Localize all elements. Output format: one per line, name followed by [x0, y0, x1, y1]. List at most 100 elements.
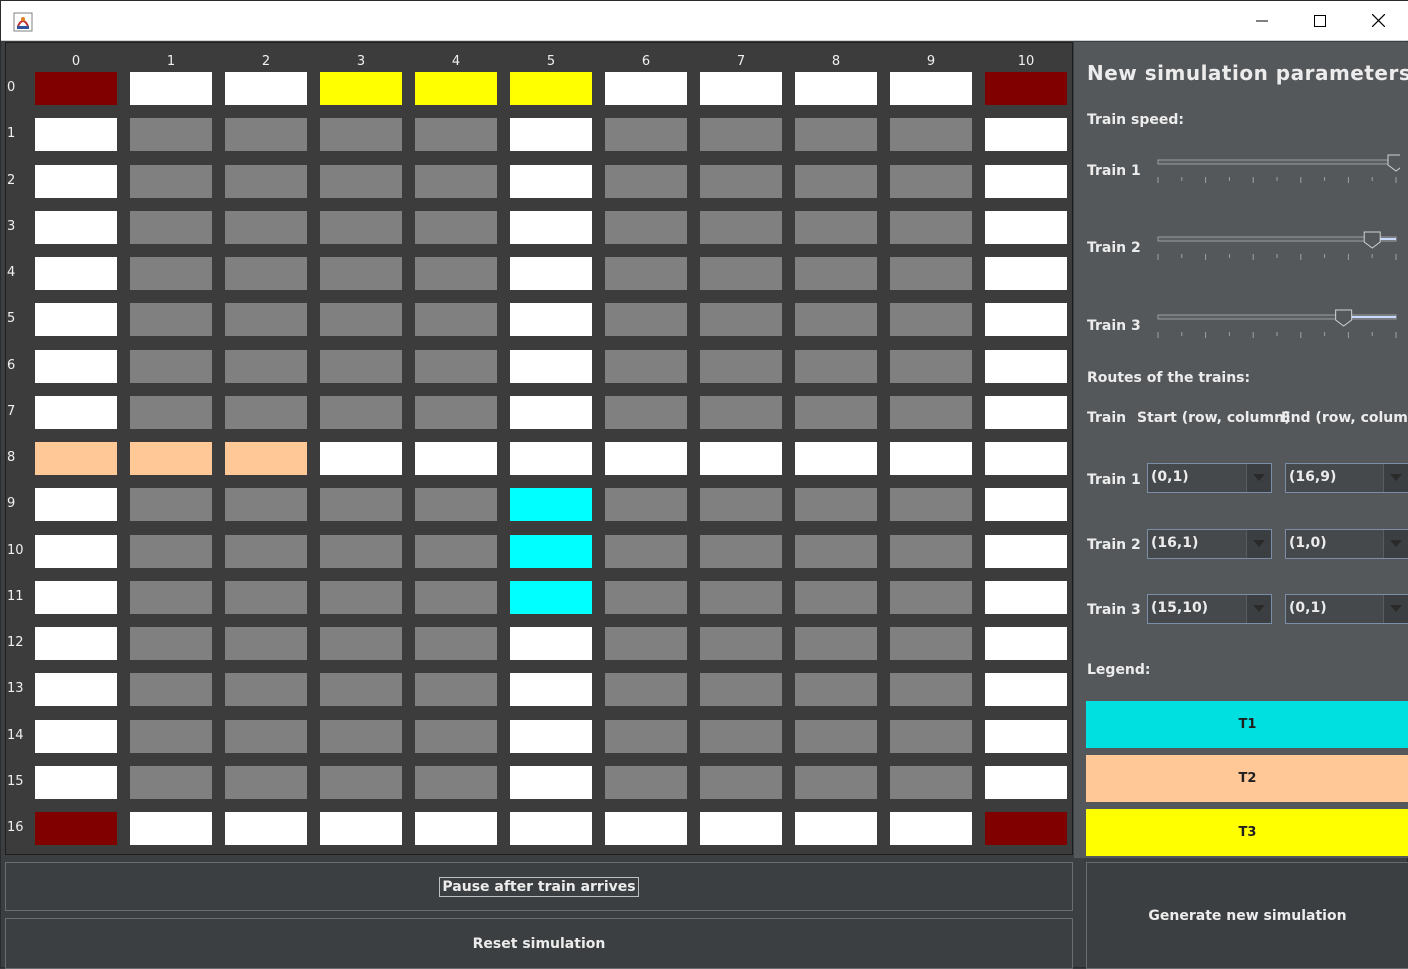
grid-cell-track — [35, 165, 117, 198]
chevron-down-icon[interactable] — [1246, 595, 1271, 623]
grid-cell-empty — [415, 211, 497, 244]
grid-cell-track — [985, 350, 1067, 383]
grid-cell-track — [35, 581, 117, 614]
grid-cell-empty — [415, 581, 497, 614]
slider-graphic — [1157, 309, 1397, 338]
grid-cell-empty — [605, 766, 687, 799]
combo-value: (0,1) — [1289, 600, 1327, 616]
close-icon — [1371, 12, 1385, 31]
grid-cell-empty — [700, 396, 782, 429]
grid-cell-empty — [700, 535, 782, 568]
chevron-down-icon[interactable] — [1246, 530, 1271, 558]
maximize-button[interactable] — [1291, 1, 1349, 41]
grid-cell-train-1 — [510, 581, 592, 614]
route-start-combo-train-2[interactable]: (16,1) — [1147, 529, 1272, 559]
grid-cell-empty — [605, 535, 687, 568]
grid-cell-empty — [605, 257, 687, 290]
grid-cell-empty — [225, 673, 307, 706]
generate-button-label: Generate new simulation — [1148, 907, 1347, 924]
row-label: 8 — [7, 450, 16, 465]
close-button[interactable] — [1349, 1, 1407, 41]
grid-cell-empty — [795, 165, 877, 198]
chevron-down-icon[interactable] — [1383, 595, 1408, 623]
route-end-combo-train-1[interactable]: (16,9) — [1285, 463, 1408, 493]
grid-cell-train-3 — [415, 72, 497, 105]
grid-cell-empty — [605, 627, 687, 660]
reset-simulation-button[interactable]: Reset simulation — [5, 918, 1073, 969]
reset-button-label: Reset simulation — [472, 935, 606, 952]
grid-cell-empty — [130, 165, 212, 198]
grid-cell-track — [35, 211, 117, 244]
pause-button-label: Pause after train arrives — [439, 876, 639, 897]
combo-value: (16,1) — [1151, 535, 1199, 551]
route-end-combo-train-3[interactable]: (0,1) — [1285, 594, 1408, 624]
grid-cell-station — [985, 72, 1067, 105]
column-label: 6 — [641, 54, 651, 69]
grid-cell-empty — [605, 211, 687, 244]
grid-cell-track — [510, 673, 592, 706]
route-start-combo-train-3[interactable]: (15,10) — [1147, 594, 1272, 624]
grid-cell-empty — [225, 165, 307, 198]
grid-cell-empty — [890, 581, 972, 614]
generate-simulation-button[interactable]: Generate new simulation — [1086, 862, 1408, 969]
speed-label-train-1: Train 1 — [1087, 163, 1141, 179]
grid-cell-track — [225, 812, 307, 845]
combo-value: (1,0) — [1289, 535, 1327, 551]
speed-slider-train-1[interactable] — [1156, 153, 1405, 187]
grid-cell-track — [985, 673, 1067, 706]
grid-cell-empty — [890, 118, 972, 151]
speed-slider-train-3[interactable] — [1156, 308, 1400, 342]
row-label: 14 — [7, 727, 24, 743]
grid-cell-empty — [320, 165, 402, 198]
grid-cell-track — [510, 766, 592, 799]
grid-cell-track — [130, 812, 212, 845]
grid-cell-track — [890, 812, 972, 845]
grid-cell-empty — [795, 257, 877, 290]
grid-cell-empty — [320, 303, 402, 336]
routes-label: Routes of the trains: — [1087, 370, 1251, 386]
grid-cell-empty — [320, 396, 402, 429]
grid-cell-empty — [795, 303, 877, 336]
grid-cell-track — [510, 303, 592, 336]
grid-cell-track — [985, 396, 1067, 429]
grid-cell-empty — [890, 303, 972, 336]
row-label: 1 — [7, 126, 16, 142]
grid-cell-empty — [700, 350, 782, 383]
grid-cell-track — [510, 442, 592, 475]
column-label: 8 — [831, 54, 841, 69]
speed-slider-train-2[interactable] — [1156, 230, 1400, 264]
grid-cell-empty — [225, 581, 307, 614]
route-label-train-1: Train 1 — [1087, 472, 1141, 488]
grid-cell-empty — [700, 211, 782, 244]
railway-grid: 0 1 2 3 4 5 6 7 8 9 10 0 1 2 3 4 5 6 7 8 9 10 11 12 13 14 15 16 — [5, 42, 1073, 855]
train-speed-label: Train speed: — [1087, 112, 1184, 128]
chevron-down-icon[interactable] — [1383, 530, 1408, 558]
grid-cell-empty — [415, 673, 497, 706]
grid-cell-track — [605, 72, 687, 105]
grid-cell-empty — [225, 766, 307, 799]
grid-cell-track — [415, 442, 497, 475]
pause-after-arrival-button[interactable]: Pause after train arrives — [5, 862, 1073, 911]
grid-cell-empty — [225, 720, 307, 753]
route-end-combo-train-2[interactable]: (1,0) — [1285, 529, 1408, 559]
grid-cell-empty — [415, 118, 497, 151]
grid-cell-empty — [320, 350, 402, 383]
chevron-down-icon[interactable] — [1246, 464, 1271, 492]
grid-cell-empty — [415, 488, 497, 521]
chevron-down-icon[interactable] — [1383, 464, 1408, 492]
grid-cell-track — [985, 303, 1067, 336]
combo-value: (0,1) — [1151, 469, 1189, 485]
grid-cell-empty — [320, 673, 402, 706]
grid-cell-empty — [890, 627, 972, 660]
grid-cell-track — [35, 303, 117, 336]
grid-cell-empty — [890, 488, 972, 521]
grid-cell-empty — [890, 396, 972, 429]
grid-cell-empty — [225, 211, 307, 244]
grid-cell-empty — [890, 766, 972, 799]
route-start-combo-train-1[interactable]: (0,1) — [1147, 463, 1272, 493]
grid-cell-track — [510, 396, 592, 429]
legend-label: Legend: — [1087, 662, 1151, 678]
minimize-button[interactable] — [1233, 1, 1291, 41]
grid-cell-empty — [700, 766, 782, 799]
grid-cell-empty — [890, 720, 972, 753]
